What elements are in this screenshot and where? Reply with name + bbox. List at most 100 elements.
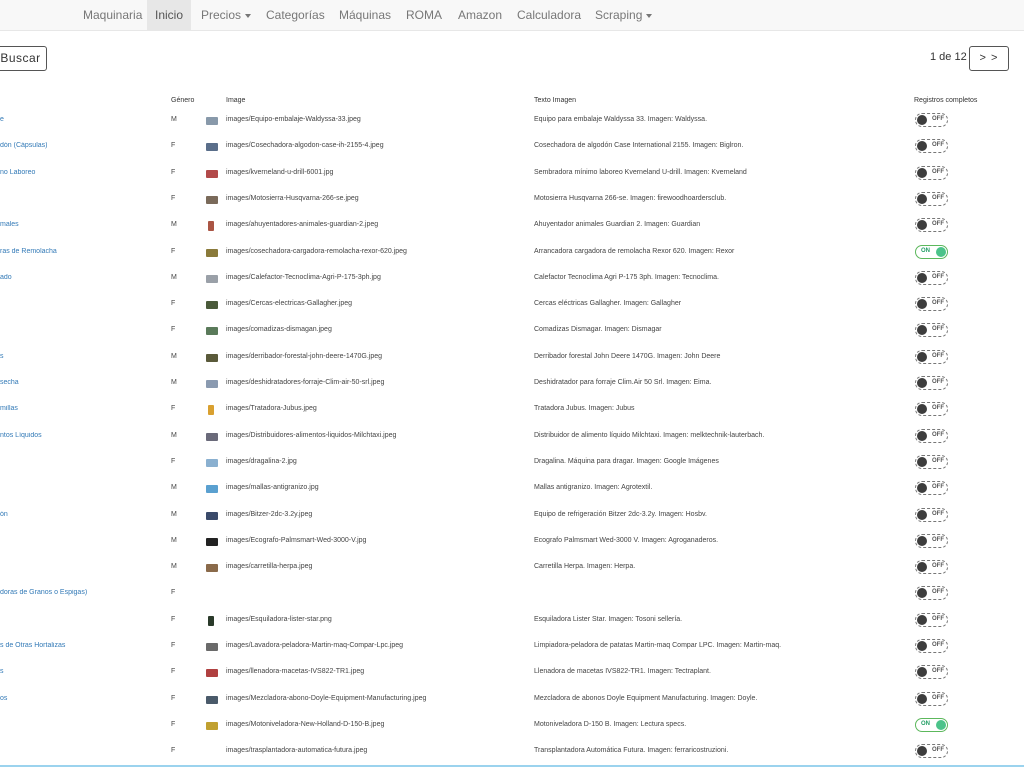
category-link[interactable]: e xyxy=(0,116,165,123)
category-link[interactable]: males xyxy=(0,221,165,228)
category-link[interactable]: doras de Granos o Espigas) xyxy=(0,589,165,596)
registros-completos-toggle[interactable]: OFF xyxy=(915,323,948,337)
toggle-knob xyxy=(917,325,927,335)
genero-cell: M xyxy=(171,221,177,228)
image-path-cell: images/dragalina-2.jpg xyxy=(226,458,297,465)
pagination-info: 1 de 12 xyxy=(930,51,967,63)
horizontal-scrollbar[interactable] xyxy=(0,765,1024,767)
category-link[interactable]: s xyxy=(0,353,165,360)
nav-item-calculadora[interactable]: Calculadora xyxy=(517,0,581,30)
table-row: Mimages/carretilla-herpa.jpeg Carretilla … xyxy=(0,555,1024,581)
texto-imagen-cell: Esquiladora Lister Star. Imagen: Tosoni … xyxy=(534,616,683,623)
toggle-label: OFF xyxy=(932,642,944,648)
registros-completos-toggle[interactable]: OFF xyxy=(915,429,948,443)
texto-imagen-cell: Cercas eléctricas Gallagher. Imagen: Gal… xyxy=(534,300,682,307)
genero-cell: M xyxy=(171,353,177,360)
thumbnail-image xyxy=(206,696,218,704)
texto-imagen-cell: Sembradora mínimo laboreo Kverneland U-d… xyxy=(534,169,747,176)
toggle-label: OFF xyxy=(932,142,944,148)
thumbnail-image xyxy=(206,538,218,546)
registros-completos-toggle[interactable]: OFF xyxy=(915,139,948,153)
table-row: secha Mimages/deshidratadores-forraje-Cli… xyxy=(0,371,1024,397)
category-link[interactable]: ado xyxy=(0,274,165,281)
toggle-knob xyxy=(917,220,927,230)
table-row: males Mimages/ahuyentadores-animales-guar… xyxy=(0,213,1024,239)
category-link[interactable]: no Laboreo xyxy=(0,169,165,176)
texto-imagen-cell: Motoniveladora D-150 B. Imagen: Lectura … xyxy=(534,721,687,728)
registros-completos-toggle[interactable]: OFF xyxy=(915,113,948,127)
registros-completos-toggle[interactable]: OFF xyxy=(915,586,948,600)
registros-completos-toggle[interactable]: OFF xyxy=(915,350,948,364)
registros-completos-toggle[interactable]: OFF xyxy=(915,560,948,574)
thumbnail-image xyxy=(208,616,214,626)
image-path-cell: images/comadizas-dismagan.jpeg xyxy=(226,326,332,333)
genero-cell: M xyxy=(171,511,177,518)
registros-completos-toggle[interactable]: OFF xyxy=(915,218,948,232)
category-link[interactable]: secha xyxy=(0,379,165,386)
table-row: Fimages/dragalina-2.jpg Dragalina. Máquin… xyxy=(0,450,1024,476)
genero-cell: M xyxy=(171,116,177,123)
category-link[interactable]: ón xyxy=(0,511,165,518)
image-path-cell: images/Bitzer-2dc-3.2y.jpeg xyxy=(226,511,313,518)
registros-completos-toggle[interactable]: OFF xyxy=(915,744,948,758)
registros-completos-toggle[interactable]: OFF xyxy=(915,376,948,390)
registros-completos-toggle[interactable]: OFF xyxy=(915,402,948,416)
header-genero: Género xyxy=(171,97,195,104)
nav-item-inicio[interactable]: Inicio xyxy=(147,0,191,30)
genero-cell: M xyxy=(171,379,177,386)
registros-completos-toggle[interactable]: OFF xyxy=(915,166,948,180)
table-row: ras de Remolacha Fimages/cosechadora-carg… xyxy=(0,240,1024,266)
image-path-cell: images/mallas-antigranizo.jpg xyxy=(226,484,319,491)
registros-completos-toggle[interactable]: ON xyxy=(915,718,948,732)
registros-completos-toggle[interactable]: OFF xyxy=(915,508,948,522)
table-row: Fimages/trasplantadora-automatica-futura… xyxy=(0,739,1024,765)
table-row: os Fimages/Mezcladora-abono-Doyle-Equipme… xyxy=(0,687,1024,713)
registros-completos-toggle[interactable]: OFF xyxy=(915,692,948,706)
registros-completos-toggle[interactable]: OFF xyxy=(915,639,948,653)
registros-completos-toggle[interactable]: OFF xyxy=(915,192,948,206)
registros-completos-toggle[interactable]: OFF xyxy=(915,271,948,285)
toggle-label: OFF xyxy=(932,747,944,753)
toggle-knob xyxy=(917,510,927,520)
category-link[interactable]: s de Otras Hortalizas xyxy=(0,642,165,649)
registros-completos-toggle[interactable]: OFF xyxy=(915,665,948,679)
toggle-label: OFF xyxy=(932,563,944,569)
thumbnail-image xyxy=(206,196,218,204)
toggle-label: OFF xyxy=(932,484,944,490)
next-page-button[interactable]: > > xyxy=(969,46,1009,71)
header-registros-completos: Registros completos xyxy=(914,97,978,104)
image-path-cell: images/Calefactor-Tecnoclima-Agri-P-175-… xyxy=(226,274,381,281)
toggle-knob xyxy=(917,746,927,756)
category-link[interactable]: dón (Cápsulas) xyxy=(0,142,165,149)
nav-item-scraping[interactable]: Scraping xyxy=(595,0,653,30)
table-row: Fimages/Motosierra-Husqvarna-266-se.jpeg… xyxy=(0,187,1024,213)
nav-item-categorias[interactable]: Categorías xyxy=(266,0,325,30)
thumbnail-image xyxy=(206,433,218,441)
nav-item-roma[interactable]: ROMA xyxy=(406,0,442,30)
registros-completos-toggle[interactable]: OFF xyxy=(915,613,948,627)
category-link[interactable]: millas xyxy=(0,405,165,412)
image-path-cell: images/trasplantadora-automatica-futura.… xyxy=(226,747,368,754)
registros-completos-toggle[interactable]: ON xyxy=(915,245,948,259)
category-link[interactable]: os xyxy=(0,695,165,702)
search-button[interactable]: Buscar xyxy=(0,46,47,71)
registros-completos-toggle[interactable]: OFF xyxy=(915,481,948,495)
texto-imagen-cell: Comadizas Dismagar. Imagen: Dismagar xyxy=(534,326,662,333)
category-link[interactable]: ntos Líquidos xyxy=(0,432,165,439)
category-link[interactable]: ras de Remolacha xyxy=(0,248,165,255)
registros-completos-toggle[interactable]: OFF xyxy=(915,297,948,311)
thumbnail-image xyxy=(206,275,218,283)
image-path-cell: images/Cercas-electricas-Gallagher.jpeg xyxy=(226,300,353,307)
nav-item-amazon[interactable]: Amazon xyxy=(458,0,502,30)
nav-item-maquinas[interactable]: Máquinas xyxy=(339,0,391,30)
toggle-knob xyxy=(917,352,927,362)
registros-completos-toggle[interactable]: OFF xyxy=(915,534,948,548)
category-link[interactable]: s xyxy=(0,668,165,675)
nav-item-precios[interactable]: Precios xyxy=(201,0,252,30)
texto-imagen-cell: Mezcladora de abonos Doyle Equipment Man… xyxy=(534,695,758,702)
texto-imagen-cell: Arrancadora cargadora de remolacha Rexor… xyxy=(534,248,735,255)
nav-brand[interactable]: Maquinaria xyxy=(83,0,142,30)
genero-cell: F xyxy=(171,195,176,202)
registros-completos-toggle[interactable]: OFF xyxy=(915,455,948,469)
genero-cell: F xyxy=(171,721,176,728)
